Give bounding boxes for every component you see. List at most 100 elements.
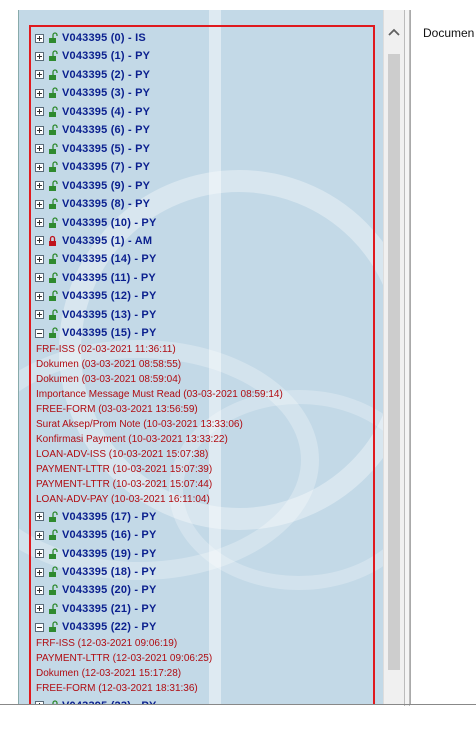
- document-link[interactable]: Surat Aksep/Prom Note (10-03-2021 13:33:…: [36, 419, 243, 434]
- collapse-toggle-icon[interactable]: [35, 328, 44, 338]
- tree-node[interactable]: V043395 (0) - IS: [35, 29, 146, 47]
- document-link[interactable]: PAYMENT-LTTR (12-03-2021 09:06:25): [36, 653, 212, 668]
- tree-node-label[interactable]: V043395 (1) - PY: [62, 50, 150, 62]
- tree-node[interactable]: V043395 (14) - PY: [35, 250, 157, 268]
- tree-node[interactable]: V043395 (11) - PY: [35, 269, 156, 287]
- document-link[interactable]: FRF-ISS (02-03-2021 11:36:11): [36, 344, 176, 359]
- vertical-scrollbar[interactable]: [383, 10, 404, 704]
- document-link[interactable]: FRF-ISS (12-03-2021 09:06:19): [36, 638, 177, 653]
- tree-node-label[interactable]: V043395 (9) - PY: [62, 180, 150, 192]
- tree-node[interactable]: V043395 (8) - PY: [35, 195, 150, 213]
- document-link[interactable]: Dokumen (03-03-2021 08:58:55): [36, 359, 181, 374]
- unlocked-icon: [49, 124, 58, 136]
- document-link[interactable]: FREE-FORM (12-03-2021 18:31:36): [36, 683, 198, 698]
- document-link[interactable]: FREE-FORM (03-03-2021 13:56:59): [36, 404, 198, 419]
- tree-node[interactable]: V043395 (5) - PY: [35, 140, 150, 158]
- expand-toggle-icon[interactable]: [35, 88, 44, 98]
- tree-node[interactable]: V043395 (21) - PY: [35, 600, 157, 618]
- document-link[interactable]: Dokumen (03-03-2021 08:59:04): [36, 374, 181, 389]
- document-link[interactable]: PAYMENT-LTTR (10-03-2021 15:07:44): [36, 479, 212, 494]
- tree-node-label[interactable]: V043395 (12) - PY: [62, 290, 157, 302]
- unlocked-icon: [49, 253, 58, 265]
- tree-node[interactable]: V043395 (18) - PY: [35, 563, 157, 581]
- expand-toggle-icon[interactable]: [35, 33, 44, 43]
- document-link[interactable]: PAYMENT-LTTR (10-03-2021 15:07:39): [36, 464, 212, 479]
- document-link[interactable]: Konfirmasi Payment (10-03-2021 13:33:22): [36, 434, 228, 449]
- tree-node[interactable]: V043395 (16) - PY: [35, 526, 157, 544]
- expand-toggle-icon[interactable]: [35, 549, 44, 559]
- tree-node-label[interactable]: V043395 (11) - PY: [62, 272, 156, 284]
- expand-toggle-icon[interactable]: [35, 107, 44, 117]
- document-link[interactable]: Importance Message Must Read (03-03-2021…: [36, 389, 283, 404]
- unlocked-icon: [49, 143, 58, 154]
- tree-node-label[interactable]: V043395 (4) - PY: [62, 106, 150, 118]
- tree-node-label[interactable]: V043395 (20) - PY: [62, 584, 157, 596]
- expand-toggle-icon[interactable]: [35, 236, 44, 246]
- tree-node[interactable]: V043395 (1) - AM: [35, 232, 152, 250]
- tree-node[interactable]: V043395 (12) - PY: [35, 287, 157, 305]
- expand-toggle-icon[interactable]: [35, 144, 44, 154]
- tree-node-label[interactable]: V043395 (8) - PY: [62, 198, 150, 210]
- expand-toggle-icon[interactable]: [35, 181, 44, 191]
- tree-node-label[interactable]: V043395 (1) - AM: [62, 235, 152, 247]
- document-link[interactable]: LOAN-ADV-ISS (10-03-2021 15:07:38): [36, 449, 208, 464]
- tree-node[interactable]: V043395 (20) - PY: [35, 581, 157, 599]
- tree-node-label[interactable]: V043395 (13) - PY: [62, 309, 157, 321]
- panel-border: [18, 10, 19, 704]
- tree-node-label[interactable]: V043395 (0) - IS: [62, 32, 146, 44]
- tree-node[interactable]: V043395 (15) - PY: [35, 324, 157, 342]
- tree-node[interactable]: V043395 (3) - PY: [35, 84, 150, 102]
- expand-toggle-icon[interactable]: [35, 604, 44, 614]
- expand-toggle-icon[interactable]: [35, 70, 44, 80]
- document-link[interactable]: LOAN-ADV-PAY (10-03-2021 16:11:04): [36, 494, 210, 509]
- unlocked-icon: [49, 309, 58, 320]
- unlocked-icon: [49, 327, 58, 339]
- tree-node[interactable]: V043395 (1) - PY: [35, 47, 150, 65]
- tree-node[interactable]: V043395 (19) - PY: [35, 545, 157, 563]
- expand-toggle-icon[interactable]: [35, 218, 44, 227]
- tree-node-label[interactable]: V043395 (7) - PY: [62, 161, 150, 173]
- tree-node[interactable]: V043395 (17) - PY: [35, 508, 157, 526]
- document-panel-title: Documen: [423, 26, 475, 40]
- expand-toggle-icon[interactable]: [35, 125, 44, 135]
- tree-node-label[interactable]: V043395 (16) - PY: [62, 529, 157, 541]
- expand-toggle-icon[interactable]: [35, 512, 44, 522]
- tree-node-label[interactable]: V043395 (19) - PY: [62, 548, 157, 560]
- expand-toggle-icon[interactable]: [35, 51, 44, 61]
- expand-toggle-icon[interactable]: [35, 273, 44, 283]
- document-link[interactable]: Dokumen (12-03-2021 15:17:28): [36, 668, 181, 683]
- expand-toggle-icon[interactable]: [35, 254, 44, 264]
- tree-node[interactable]: V043395 (22) - PY: [35, 618, 157, 636]
- scroll-up-arrow-icon[interactable]: [384, 22, 404, 42]
- tree-node-label[interactable]: V043395 (15) - PY: [62, 327, 157, 339]
- scrollbar-thumb[interactable]: [388, 54, 400, 670]
- tree-node[interactable]: V043395 (6) - PY: [35, 121, 150, 139]
- tree-node-label[interactable]: V043395 (10) - PY: [62, 217, 157, 229]
- expand-toggle-icon[interactable]: [35, 567, 44, 577]
- expand-toggle-icon[interactable]: [35, 291, 44, 301]
- tree-node[interactable]: V043395 (13) - PY: [35, 306, 157, 324]
- tree-node[interactable]: V043395 (9) - PY: [35, 177, 150, 195]
- tree-node[interactable]: V043395 (2) - PY: [35, 66, 150, 84]
- tree-node-label[interactable]: V043395 (6) - PY: [62, 124, 150, 136]
- expand-toggle-icon[interactable]: [35, 530, 44, 540]
- tree-node[interactable]: V043395 (10) - PY: [35, 214, 157, 232]
- tree-node[interactable]: V043395 (4) - PY: [35, 103, 150, 121]
- tree-node[interactable]: V043395 (7) - PY: [35, 158, 150, 176]
- expand-toggle-icon[interactable]: [35, 310, 44, 320]
- tree-node-label[interactable]: V043395 (22) - PY: [62, 621, 157, 633]
- tree-node-label[interactable]: V043395 (14) - PY: [62, 253, 157, 265]
- tree-node-label[interactable]: V043395 (5) - PY: [62, 143, 150, 155]
- tree-node-label[interactable]: V043395 (3) - PY: [62, 87, 150, 99]
- tree-node-label[interactable]: V043395 (18) - PY: [62, 566, 157, 578]
- expand-toggle-icon[interactable]: [35, 162, 44, 172]
- unlocked-icon: [49, 161, 58, 173]
- tree-node-label[interactable]: V043395 (17) - PY: [62, 511, 157, 523]
- unlocked-icon: [49, 584, 58, 596]
- expand-toggle-icon[interactable]: [35, 585, 44, 595]
- tree-node-label[interactable]: V043395 (2) - PY: [62, 69, 150, 81]
- unlocked-icon: [49, 50, 58, 62]
- expand-toggle-icon[interactable]: [35, 199, 44, 209]
- tree-node-label[interactable]: V043395 (21) - PY: [62, 603, 157, 615]
- collapse-toggle-icon[interactable]: [35, 622, 44, 632]
